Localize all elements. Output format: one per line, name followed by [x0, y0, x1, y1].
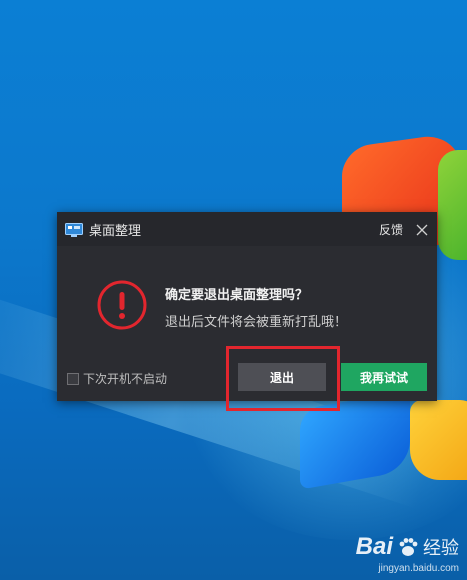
- dialog-titlebar[interactable]: 桌面整理 反馈: [57, 212, 437, 246]
- windows-logo-green-pane: [438, 150, 467, 260]
- dialog-title: 桌面整理: [89, 223, 142, 239]
- baidu-paw-icon: [397, 536, 419, 558]
- disable-autostart-checkbox[interactable]: [67, 372, 79, 385]
- close-icon[interactable]: [415, 222, 429, 236]
- disable-autostart-option[interactable]: 下次开机不启动: [67, 370, 167, 387]
- confirm-message-title: 确定要退出桌面整理吗？: [165, 288, 309, 303]
- desktop-organizer-icon: [65, 222, 83, 237]
- windows-logo-yellow-pane: [410, 400, 467, 480]
- exit-button-highlight-box: [226, 346, 340, 411]
- watermark-suffix: 经验: [423, 538, 459, 558]
- watermark-url: jingyan.baidu.com: [378, 563, 459, 574]
- baidu-jingyan-watermark: Bai 经验 jingyan.baidu.com: [356, 533, 459, 574]
- exclamation-circle-icon: [97, 280, 147, 330]
- watermark-brand: Bai: [355, 533, 393, 560]
- disable-autostart-label[interactable]: 下次开机不启动: [83, 370, 167, 387]
- feedback-link[interactable]: 反馈: [379, 221, 403, 238]
- try-again-button[interactable]: 我再试试: [341, 363, 427, 391]
- confirm-message-subtitle: 退出后文件将会被重新打乱哦！: [165, 315, 348, 330]
